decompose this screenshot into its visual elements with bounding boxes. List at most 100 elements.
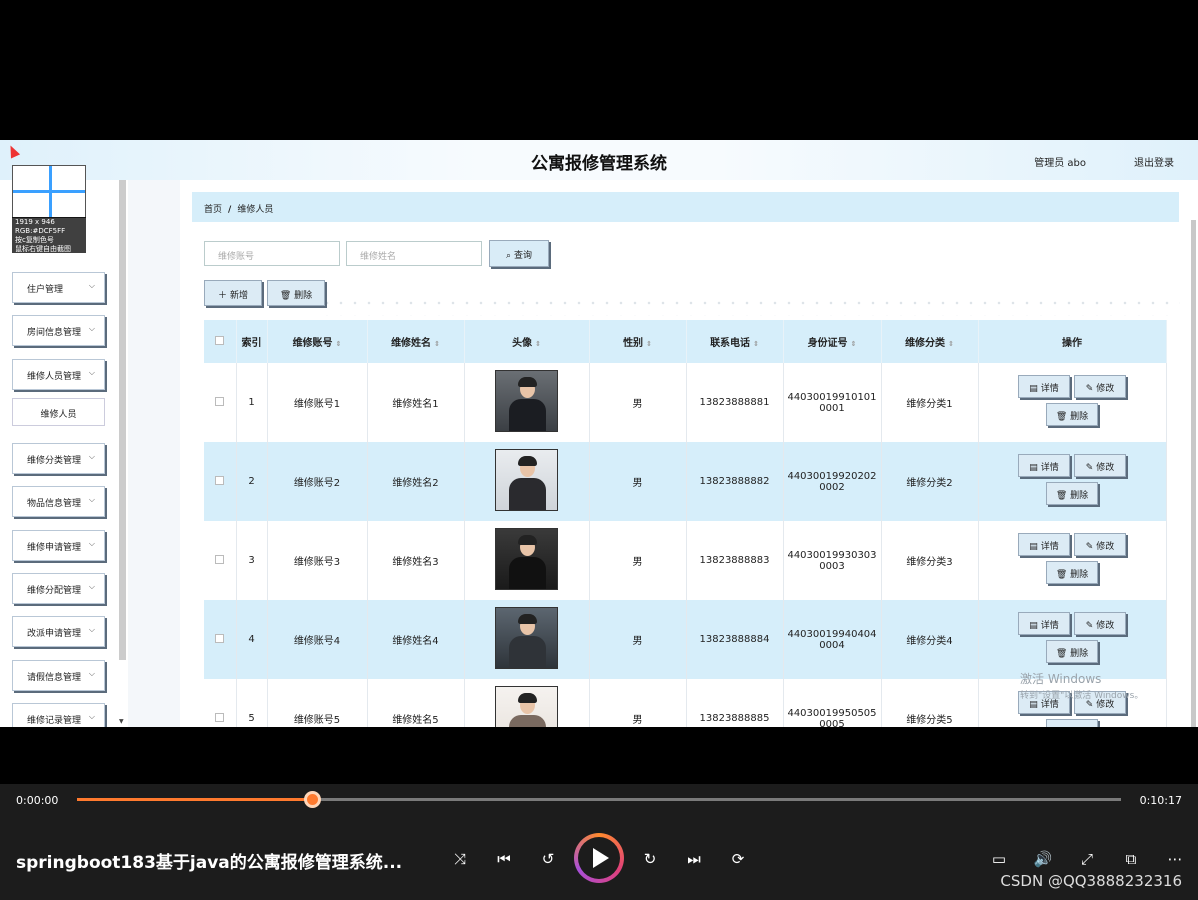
select-all-checkbox[interactable] — [215, 335, 225, 345]
cell-avatar — [464, 679, 590, 727]
header-gender[interactable]: 性别 ⇕ — [589, 320, 687, 363]
seek-bar-thumb[interactable] — [303, 791, 321, 808]
edit-button[interactable]: ✎ 修改 — [1074, 611, 1126, 635]
header-avatar[interactable]: 头像 ⇕ — [464, 320, 590, 363]
subtitles-icon[interactable]: ▭ — [986, 846, 1012, 872]
delete-button[interactable]: 🗑 删除 — [1046, 718, 1098, 727]
rewind-10-icon[interactable]: ↺ — [535, 846, 561, 872]
detail-button[interactable]: ▤ 详情 — [1018, 453, 1070, 477]
sort-icon: ⇕ — [948, 340, 954, 348]
main-scrollbar-thumb[interactable] — [1191, 220, 1196, 727]
header-id-number[interactable]: 身份证号 ⇕ — [783, 320, 882, 363]
detail-button[interactable]: ▤ 详情 — [1018, 374, 1070, 398]
scroll-down-arrow-icon[interactable]: ▼ — [119, 718, 124, 725]
select-all-header — [204, 320, 237, 363]
batch-delete-button[interactable]: 🗑 删除 — [267, 280, 325, 306]
avatar[interactable] — [495, 370, 558, 432]
play-icon — [593, 848, 609, 868]
header-account[interactable]: 维修账号 ⇕ — [267, 320, 368, 363]
add-button[interactable]: ＋ 新增 — [204, 280, 262, 306]
delete-button[interactable]: 🗑 删除 — [1046, 402, 1098, 426]
sidebar-item-repair-staff-mgmt[interactable]: 维修人员管理 ⌵ — [12, 359, 105, 390]
sidebar-subitem-repair-staff[interactable]: 维修人员 — [12, 398, 105, 426]
name-search-input[interactable]: 维修姓名 — [346, 241, 482, 266]
header-phone[interactable]: 联系电话 ⇕ — [686, 320, 784, 363]
row-checkbox[interactable] — [215, 554, 225, 564]
avatar[interactable] — [495, 528, 558, 590]
more-options-icon[interactable]: ⋯ — [1162, 846, 1188, 872]
repair-staff-table: 索引 维修账号 ⇕ 维修姓名 ⇕ 头像 ⇕ 性别 ⇕ 联系电话 ⇕ 身份证号 ⇕ 维修分类 ⇕… — [204, 320, 1167, 727]
sidebar-item-reassign[interactable]: 改派申请管理 ⌵ — [12, 616, 105, 647]
edit-button[interactable]: ✎ 修改 — [1074, 532, 1126, 556]
query-button[interactable]: ⌕ 查询 — [489, 240, 549, 267]
cell-account: 维修账号3 — [267, 521, 368, 600]
delete-label: 删除 — [1070, 411, 1089, 422]
sidebar-item-leave[interactable]: 请假信息管理 ⌵ — [12, 660, 105, 691]
id-number-line2: 0001 — [819, 402, 845, 414]
main-scrollbar[interactable] — [1191, 220, 1196, 727]
breadcrumb-current: 维修人员 — [237, 205, 274, 215]
table-header-row: 索引 维修账号 ⇕ 维修姓名 ⇕ 头像 ⇕ 性别 ⇕ 联系电话 ⇕ 身份证号 ⇕ 维修分类 ⇕… — [204, 320, 1167, 363]
chevron-down-icon: ⌵ — [88, 539, 95, 548]
detail-button[interactable]: ▤ 详情 — [1018, 611, 1070, 635]
repeat-off-icon[interactable]: ⟳ — [725, 846, 751, 872]
sidebar-scrollbar[interactable] — [119, 180, 126, 660]
header-index: 索引 — [236, 320, 268, 363]
mini-player-icon[interactable]: ⧉ — [1118, 846, 1144, 872]
logout-link[interactable]: 退出登录 — [1134, 154, 1174, 169]
sidebar-item-repair-category[interactable]: 维修分类管理 ⌵ — [12, 443, 105, 474]
cell-actions: ▤ 详情✎ 修改 🗑 删除 — [978, 442, 1167, 521]
id-number-line1: 44030019940404 — [787, 628, 877, 640]
sidebar-item-repair-records[interactable]: 维修记录管理 ⌵ — [12, 703, 105, 727]
row-checkbox[interactable] — [215, 475, 225, 485]
edit-button[interactable]: ✎ 修改 — [1074, 374, 1126, 398]
chevron-down-icon: ⌵ — [88, 324, 95, 333]
delete-button[interactable]: 🗑 删除 — [1046, 560, 1098, 584]
document-icon: ▤ — [1029, 541, 1038, 552]
sort-icon: ⇕ — [753, 340, 759, 348]
sidebar-item-residents[interactable]: 住户管理 ⌵ — [12, 272, 105, 303]
row-checkbox[interactable] — [215, 633, 225, 643]
row-select-cell — [204, 521, 237, 600]
header-name[interactable]: 维修姓名 ⇕ — [367, 320, 465, 363]
account-search-input[interactable]: 维修账号 — [204, 241, 340, 266]
header-label: 维修姓名 — [391, 338, 432, 349]
current-time: 0:00:00 — [16, 794, 59, 807]
row-select-cell — [204, 679, 237, 727]
delete-button[interactable]: 🗑 删除 — [1046, 639, 1098, 663]
fullscreen-icon[interactable]: ⤢ — [1074, 846, 1100, 872]
row-checkbox[interactable] — [215, 396, 225, 406]
breadcrumb-home[interactable]: 首页 — [204, 205, 222, 215]
volume-icon[interactable]: 🔊 — [1030, 846, 1056, 872]
sort-icon: ⇕ — [850, 340, 857, 348]
total-time: 0:10:17 — [1139, 794, 1182, 807]
avatar[interactable] — [495, 686, 558, 727]
trash-icon: 🗑 — [1055, 648, 1068, 659]
sidebar-item-rooms[interactable]: 房间信息管理 ⌵ — [12, 315, 105, 346]
cell-account: 维修账号5 — [267, 679, 368, 727]
delete-button[interactable]: 🗑 删除 — [1046, 481, 1098, 505]
sidebar-item-repair-assign[interactable]: 维修分配管理 ⌵ — [12, 573, 105, 604]
row-checkbox[interactable] — [215, 712, 225, 722]
shuffle-icon[interactable]: ⤨ — [447, 846, 473, 872]
detail-label: 详情 — [1040, 541, 1059, 552]
edit-button[interactable]: ✎ 修改 — [1074, 453, 1126, 477]
avatar[interactable] — [495, 607, 558, 669]
next-track-icon[interactable]: ⏭ — [681, 846, 707, 872]
cell-gender: 男 — [589, 442, 687, 521]
cell-avatar — [464, 600, 590, 679]
id-number-line2: 0003 — [819, 560, 845, 572]
seek-bar[interactable] — [77, 791, 1121, 808]
avatar[interactable] — [495, 449, 558, 511]
sidebar-item-label: 物品信息管理 — [27, 499, 82, 509]
forward-30-icon[interactable]: ↻ — [637, 846, 663, 872]
cell-index: 5 — [236, 679, 268, 727]
document-icon: ▤ — [1029, 462, 1038, 473]
play-button[interactable] — [574, 833, 624, 883]
sidebar-item-items[interactable]: 物品信息管理 ⌵ — [12, 486, 105, 517]
previous-track-icon[interactable]: ⏮ — [491, 846, 517, 872]
sidebar-item-repair-request[interactable]: 维修申请管理 ⌵ — [12, 530, 105, 561]
header-category[interactable]: 维修分类 ⇕ — [881, 320, 979, 363]
capture-hint-screenshot: 鼠标右键自由截图 — [15, 245, 71, 253]
detail-button[interactable]: ▤ 详情 — [1018, 532, 1070, 556]
